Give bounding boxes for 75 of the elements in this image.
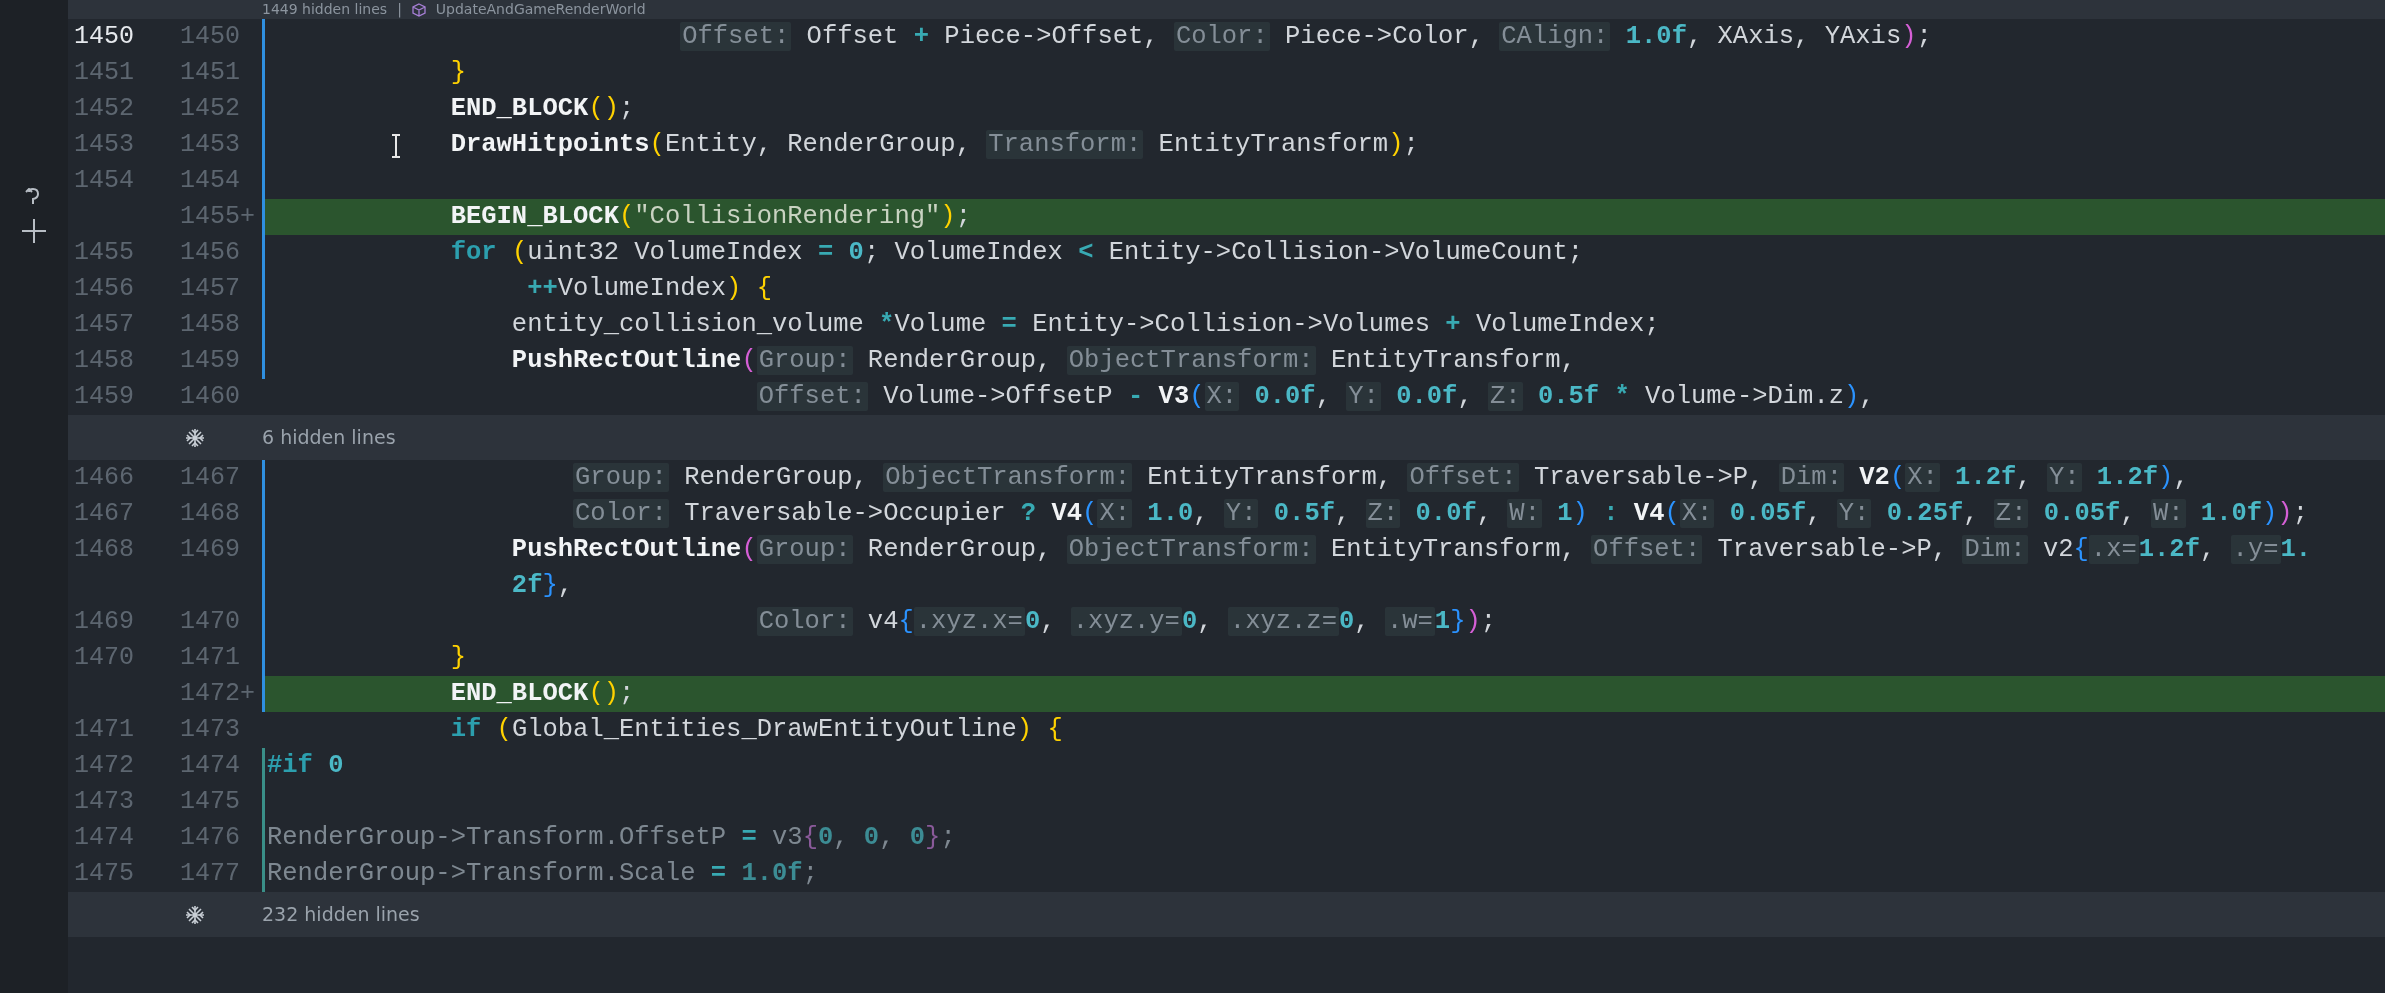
- line-number: 1456: [180, 238, 240, 268]
- line-number: 1450: [180, 22, 240, 52]
- line-number: 1453: [180, 130, 240, 160]
- line-number: 1472: [180, 679, 240, 709]
- fold-label[interactable]: 1449 hidden lines: [262, 0, 388, 20]
- line-number: 1459: [74, 382, 134, 412]
- code-line: 2f},: [510, 570, 574, 602]
- code-line: ++VolumeIndex) {: [526, 273, 773, 305]
- line-number: 1457: [74, 310, 134, 340]
- line-number: 1475: [74, 859, 134, 889]
- line-number: 1468: [74, 535, 134, 565]
- code-line: RenderGroup->Transform.OffsetP = v3{0, 0, 0};: [267, 822, 956, 854]
- code-line: Group: RenderGroup, ObjectTransform: EntityTransform, Offset: Traversable->P, Dim: V2(X: 1.2f, Y: 1.2f),: [572, 462, 2189, 494]
- line-number: 1469: [74, 607, 134, 637]
- line-number: 1469: [180, 535, 240, 565]
- line-number: 1453: [74, 130, 134, 160]
- line-number: 1455: [180, 202, 240, 232]
- snowflake-icon[interactable]: [185, 904, 205, 925]
- line-number: 1477: [180, 859, 240, 889]
- line-number: 1460: [180, 382, 240, 412]
- symbol-context: UpdateAndGameRenderWorld: [435, 0, 646, 19]
- text-cursor-icon: [390, 134, 402, 158]
- line-number: 1451: [180, 58, 240, 88]
- code-line: Color: v4{.xyz.x=0, .xyz.y=0, .xyz.z=0, .w=1});: [755, 606, 1497, 638]
- added-sign: +: [240, 202, 255, 232]
- code-line: BEGIN_BLOCK("CollisionRendering");: [449, 201, 971, 233]
- added-sign: +: [240, 679, 255, 709]
- line-number: 1467: [74, 499, 134, 529]
- code-line: Offset: Offset + Piece->Offset, Color: Piece->Color, CAlign: 1.0f, XAxis, YAxis);: [679, 21, 1932, 53]
- code-line: }: [449, 642, 466, 674]
- code-line: if (Global_Entities_DrawEntityOutline) {: [449, 714, 1063, 746]
- line-number: 1454: [180, 166, 240, 196]
- line-number: 1454: [74, 166, 134, 196]
- line-number: 1459: [180, 346, 240, 376]
- line-number: 1473: [74, 787, 134, 817]
- line-number: 1458: [180, 310, 240, 340]
- code-line: END_BLOCK();: [449, 678, 635, 710]
- snowflake-icon[interactable]: [185, 427, 205, 448]
- line-number: 1470: [180, 607, 240, 637]
- line-number: 1456: [74, 274, 134, 304]
- code-line: PushRectOutline(Group: RenderGroup, ObjectTransform: EntityTransform,: [510, 345, 1576, 377]
- code-line: DrawHitpoints(Entity, RenderGroup, Transform: EntityTransform);: [449, 129, 1419, 161]
- code-line: RenderGroup->Transform.Scale = 1.0f;: [267, 858, 818, 890]
- line-number: 1450: [74, 22, 134, 52]
- line-number: 1473: [180, 715, 240, 745]
- line-number: 1470: [74, 643, 134, 673]
- line-number: 1466: [74, 463, 134, 493]
- line-number: 1474: [74, 823, 134, 853]
- code-line: }: [449, 57, 466, 89]
- code-line: for (uint32 VolumeIndex = 0; VolumeIndex < Entity->Collision->VolumeCount;: [449, 237, 1584, 269]
- cube-icon: [411, 2, 426, 17]
- line-number: 1455: [74, 238, 134, 268]
- code-line: #if 0: [267, 750, 344, 782]
- line-number: 1474: [180, 751, 240, 781]
- line-number: 1457: [180, 274, 240, 304]
- line-number: 1476: [180, 823, 240, 853]
- code-line: Color: Traversable->Occupier ? V4(X: 1.0, Y: 0.5f, Z: 0.0f, W: 1) : V4(X: 0.05f, Y: 0.25f, Z: 0.05f, W: 1.0f));: [572, 498, 2308, 530]
- fold-label[interactable]: 232 hidden lines: [262, 900, 420, 929]
- line-number: 1452: [74, 94, 134, 124]
- line-number: 1458: [74, 346, 134, 376]
- separator: |: [397, 0, 402, 20]
- line-number: 1471: [74, 715, 134, 745]
- line-number: 1475: [180, 787, 240, 817]
- code-line: END_BLOCK();: [449, 93, 635, 125]
- line-number: 1451: [74, 58, 134, 88]
- fold-label[interactable]: 6 hidden lines: [262, 423, 396, 452]
- line-number: 1471: [180, 643, 240, 673]
- line-number: 1452: [180, 94, 240, 124]
- line-number: 1472: [74, 751, 134, 781]
- code-line: PushRectOutline(Group: RenderGroup, ObjectTransform: EntityTransform, Offset: Traversable->P, Dim: v2{.x=1.2f, .y=1.: [510, 534, 2312, 566]
- plus-icon[interactable]: [21, 218, 47, 244]
- code-line: entity_collision_volume *Volume = Entity->Collision->Volumes + VolumeIndex;: [510, 309, 1660, 341]
- line-number: 1468: [180, 499, 240, 529]
- line-number: 1467: [180, 463, 240, 493]
- code-line: Offset: Volume->OffsetP - V3(X: 0.0f, Y: 0.0f, Z: 0.5f * Volume->Dim.z),: [755, 381, 1875, 413]
